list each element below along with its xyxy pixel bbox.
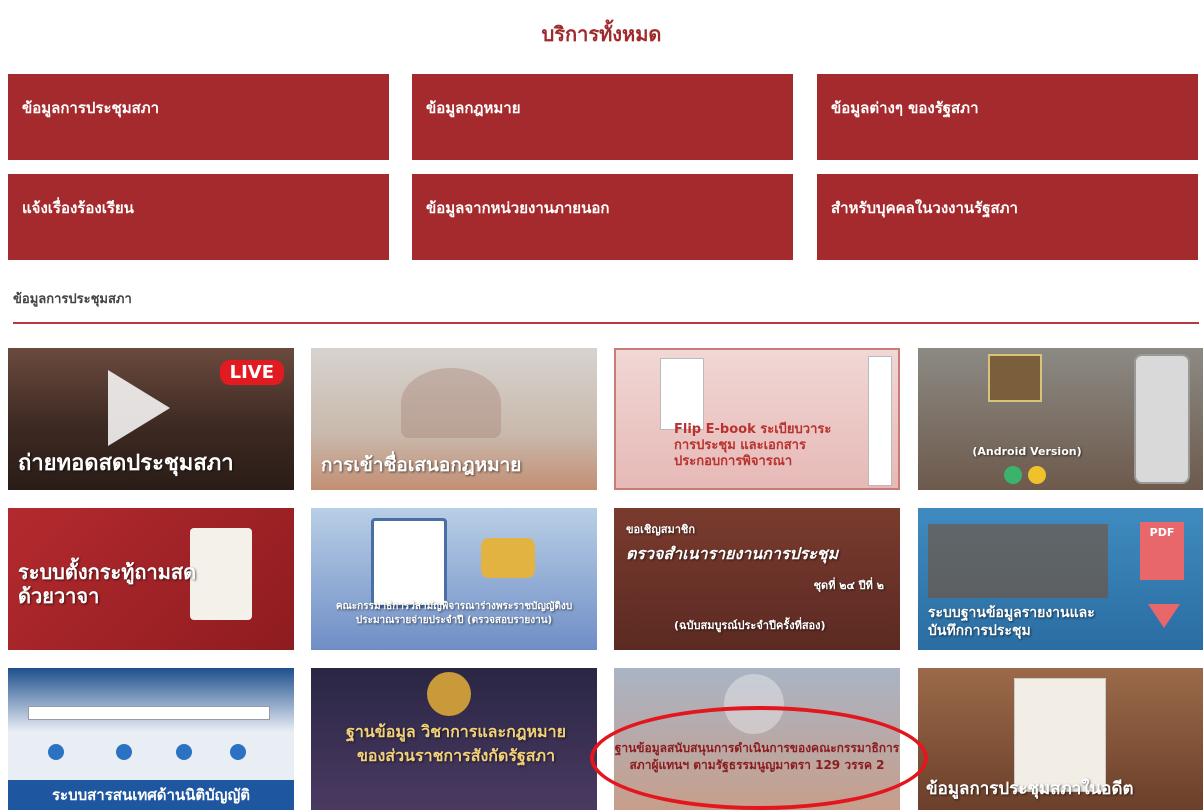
- service-dot-icon: [230, 744, 246, 760]
- tile-oral-question[interactable]: ระบบตั้งกระทู้ถามสดด้วยวาจา: [8, 508, 294, 650]
- tile-legislative-info-system[interactable]: ระบบสารสนเทศด้านนิติบัญญัติ: [8, 668, 294, 810]
- tile-mobile-app[interactable]: (Android Version): [918, 348, 1203, 490]
- tile-kicker: ขอเชิญสมาชิก: [626, 523, 695, 536]
- tile-live-broadcast[interactable]: LIVE ถ่ายทอดสดประชุมสภา: [8, 348, 294, 490]
- meeting-hall-photo: [928, 524, 1108, 598]
- tile-caption: การเข้าชื่อเสนอกฎหมาย: [321, 454, 522, 476]
- tile-caption: ถ่ายทอดสดประชุมสภา: [18, 451, 234, 476]
- tile-caption: ฐานข้อมูลสนับสนุนการดำเนินการของคณะกรรมา…: [614, 741, 900, 772]
- live-badge: LIVE: [219, 360, 284, 385]
- section-label: ข้อมูลการประชุมสภา: [13, 292, 132, 307]
- tile-caption: คณะกรรมาธิการวิสามัญพิจารณาร่างพระราชบัญ…: [335, 601, 573, 626]
- category-button-parliament-info[interactable]: ข้อมูลต่างๆ ของรัฐสภา: [817, 74, 1198, 160]
- tile-committee-support-db[interactable]: ฐานข้อมูลสนับสนุนการดำเนินการของคณะกรรมา…: [614, 668, 900, 810]
- tile-meeting-report-db[interactable]: PDF ระบบฐานข้อมูลรายงานและบันทึกการประชุ…: [918, 508, 1203, 650]
- tile-caption: ระบบตั้งกระทู้ถามสดด้วยวาจา: [18, 560, 197, 608]
- tile-caption: ตรวจสำเนารายงานการประชุม: [626, 544, 839, 563]
- phone-icon: [1134, 354, 1190, 484]
- pdf-icon: PDF: [1140, 522, 1184, 580]
- clipboard-icon: [190, 528, 252, 620]
- service-dot-icon: [176, 744, 192, 760]
- tile-sub-session: ชุดที่ ๒๔ ปีที่ ๒: [813, 579, 884, 592]
- checklist-icon: [371, 518, 447, 608]
- tile-flip-ebook[interactable]: Flip E-book ระเบียบวาระการประชุม และเอกส…: [614, 348, 900, 490]
- tile-petition-law[interactable]: การเข้าชื่อเสนอกฎหมาย: [311, 348, 597, 490]
- category-button-law-info[interactable]: ข้อมูลกฎหมาย: [412, 74, 793, 160]
- download-arrow-icon: [1148, 604, 1180, 628]
- tile-verify-minutes[interactable]: ขอเชิญสมาชิก ตรวจสำเนารายงานการประชุม ชุ…: [614, 508, 900, 650]
- google-play-icon: [1004, 466, 1022, 484]
- play-icon: [108, 370, 170, 446]
- tile-caption: (Android Version): [972, 445, 1082, 458]
- search-bar-illustration: [28, 706, 270, 720]
- tile-caption: ระบบสารสนเทศด้านนิติบัญญัติ: [8, 780, 294, 810]
- page-title: บริการทั้งหมด: [541, 22, 662, 46]
- category-button-parliament-staff[interactable]: สำหรับบุคคลในวงงานรัฐสภา: [817, 174, 1198, 260]
- tile-caption: ข้อมูลการประชุมสภาในอดีต: [926, 779, 1134, 799]
- ebook-icon: [660, 358, 704, 430]
- tile-sub-note: (ฉบับสมบูรณ์ประจำปีครั้งที่สอง): [674, 619, 826, 632]
- service-dot-icon: [116, 744, 132, 760]
- parliament-emblem: [724, 674, 784, 734]
- app-store-icon: [1028, 466, 1046, 484]
- tile-caption: ฐานข้อมูล วิชาการและกฎหมาย ของส่วนราชการ…: [346, 722, 566, 765]
- section-divider: [13, 322, 1199, 324]
- tile-budget-committee[interactable]: คณะกรรมาธิการวิสามัญพิจารณาร่างพระราชบัญ…: [311, 508, 597, 650]
- tile-caption: ระบบฐานข้อมูลรายงานและบันทึกการประชุม: [928, 605, 1095, 639]
- tile-caption: Flip E-book ระเบียบวาระการประชุม และเอกส…: [674, 422, 832, 469]
- category-button-meeting-info[interactable]: ข้อมูลการประชุมสภา: [8, 74, 389, 160]
- page-strip: [868, 356, 892, 486]
- category-button-complaints[interactable]: แจ้งเรื่องร้องเรียน: [8, 174, 389, 260]
- tile-academic-law-db[interactable]: ฐานข้อมูล วิชาการและกฎหมาย ของส่วนราชการ…: [311, 668, 597, 810]
- category-button-external-agencies[interactable]: ข้อมูลจากหน่วยงานภายนอก: [412, 174, 793, 260]
- app-logo: [988, 354, 1042, 402]
- building-illustration: [401, 368, 501, 438]
- tile-past-meetings[interactable]: ข้อมูลการประชุมสภาในอดีต: [918, 668, 1203, 810]
- service-dot-icon: [48, 744, 64, 760]
- parliament-emblem: [427, 672, 471, 716]
- coins-icon: [481, 538, 535, 578]
